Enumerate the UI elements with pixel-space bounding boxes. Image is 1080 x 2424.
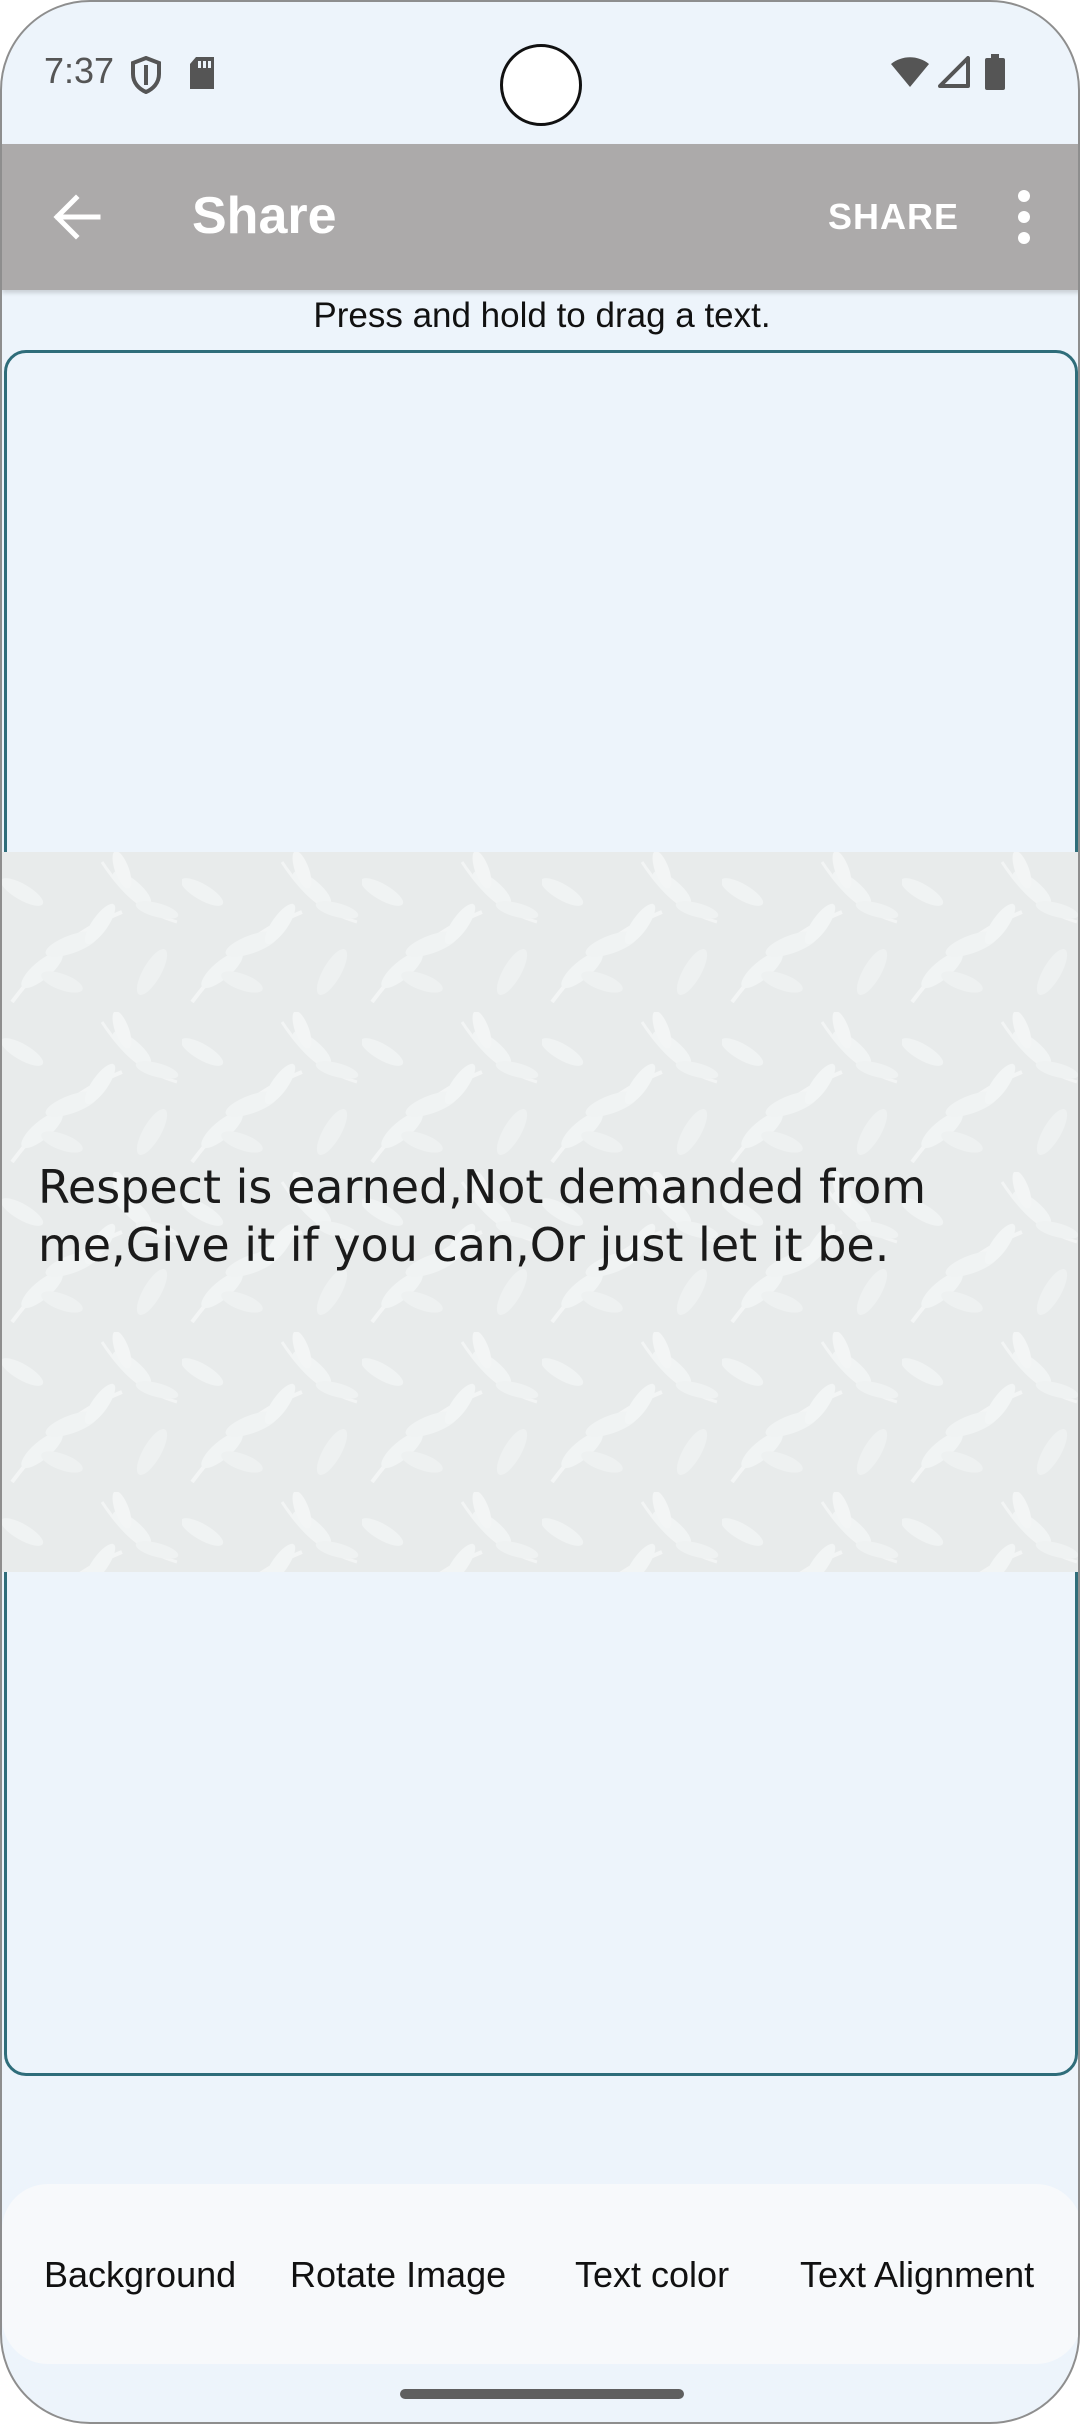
device-screen: 7:37 Share SHARE Press and hold to drag … [0, 0, 1080, 2424]
more-vert-icon [1018, 190, 1030, 244]
camera-cutout [500, 44, 582, 126]
quote-image[interactable]: Respect is earned,Not demanded from me,G… [2, 852, 1078, 1572]
overflow-menu-button[interactable] [1002, 182, 1046, 252]
rotate-image-button[interactable]: Rotate Image [290, 2254, 506, 2296]
signal-icon [936, 56, 970, 93]
arrow-back-icon [53, 194, 101, 240]
gesture-nav-handle[interactable] [400, 2389, 684, 2399]
drag-hint: Press and hold to drag a text. [313, 296, 771, 335]
shield-icon [130, 55, 162, 99]
status-bar: 7:37 [2, 2, 1078, 142]
back-button[interactable] [42, 182, 112, 252]
sd-card-icon [188, 56, 216, 95]
text-color-button[interactable]: Text color [575, 2254, 729, 2296]
wifi-icon [890, 56, 930, 93]
page-title: Share [192, 187, 337, 245]
status-time: 7:37 [44, 50, 115, 91]
app-bar: Share SHARE [2, 144, 1078, 290]
share-button[interactable]: SHARE [828, 196, 959, 238]
text-alignment-button[interactable]: Text Alignment [800, 2254, 1034, 2296]
tool-panel: Background Rotate Image Text color Text … [2, 2184, 1078, 2364]
quote-text[interactable]: Respect is earned,Not demanded from me,G… [38, 1158, 1048, 1274]
battery-icon [984, 54, 1006, 95]
background-button[interactable]: Background [44, 2254, 236, 2296]
